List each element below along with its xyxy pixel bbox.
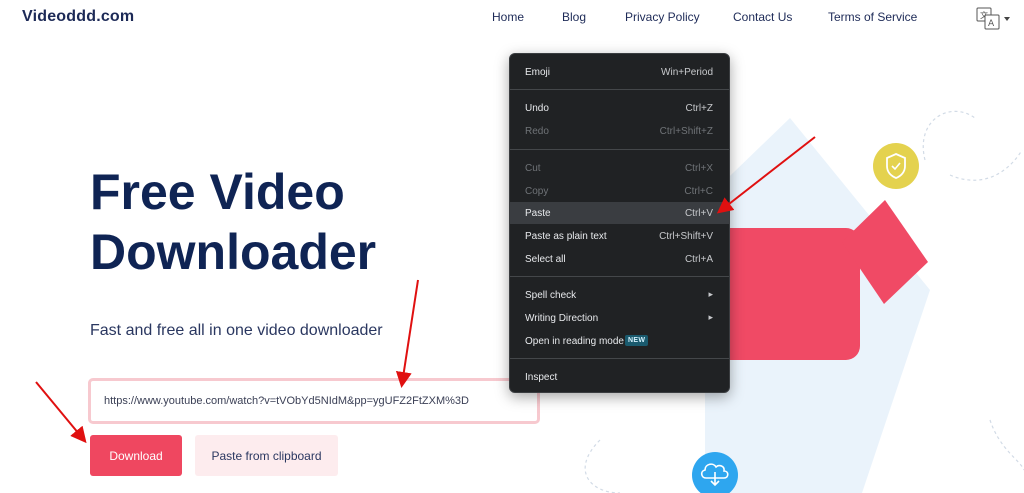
menu-item-inspect[interactable]: Inspect (510, 366, 729, 388)
video-camera-body (712, 228, 860, 360)
menu-separator (510, 276, 729, 277)
nav-home[interactable]: Home (492, 10, 524, 24)
context-menu: Emoji Win+Period Undo Ctrl+Z Redo Ctrl+S… (509, 53, 730, 393)
chevron-right-icon: ▸ (708, 312, 713, 322)
menu-separator (510, 149, 729, 150)
download-button[interactable]: Download (90, 435, 182, 476)
menu-item-paste-plain-text[interactable]: Paste as plain text Ctrl+Shift+V (510, 225, 729, 247)
url-field-wrapper (88, 378, 540, 424)
menu-item-undo[interactable]: Undo Ctrl+Z (510, 97, 729, 119)
page-title: Free Video Downloader (90, 164, 377, 280)
nav-privacy-policy[interactable]: Privacy Policy (625, 10, 700, 24)
new-badge: NEW (625, 335, 649, 346)
menu-item-emoji[interactable]: Emoji Win+Period (510, 61, 729, 83)
menu-item-redo: Redo Ctrl+Shift+Z (525, 126, 713, 137)
main-nav: Home Blog Privacy Policy Contact Us Term… (0, 10, 1024, 26)
menu-item-select-all[interactable]: Select all Ctrl+A (510, 248, 729, 270)
translate-icon: 文 A (976, 7, 1010, 30)
nav-blog[interactable]: Blog (562, 10, 586, 24)
menu-item-copy: Copy Ctrl+C (525, 186, 713, 197)
chevron-right-icon: ▸ (708, 289, 713, 299)
svg-text:A: A (988, 19, 995, 29)
menu-item-paste[interactable]: Paste Ctrl+V (510, 202, 729, 224)
menu-item-cut: Cut Ctrl+X (525, 163, 713, 174)
menu-item-spell-check[interactable]: Spell check ▸ (510, 284, 729, 306)
nav-terms-of-service[interactable]: Terms of Service (828, 10, 917, 24)
language-switcher[interactable]: 文 A (976, 6, 1016, 32)
url-input[interactable] (91, 381, 537, 421)
hero-subtitle: Fast and free all in one video downloade… (90, 322, 383, 339)
menu-separator (510, 358, 729, 359)
menu-item-open-reading-mode[interactable]: Open in reading mode NEW (510, 330, 729, 352)
menu-separator (510, 89, 729, 90)
shield-check-icon (873, 143, 919, 189)
chevron-down-icon (1004, 17, 1010, 21)
paste-from-clipboard-button[interactable]: Paste from clipboard (195, 435, 338, 476)
menu-item-writing-direction[interactable]: Writing Direction ▸ (510, 307, 729, 329)
illustration-dashed-curve (922, 110, 976, 161)
nav-contact-us[interactable]: Contact Us (733, 10, 792, 24)
